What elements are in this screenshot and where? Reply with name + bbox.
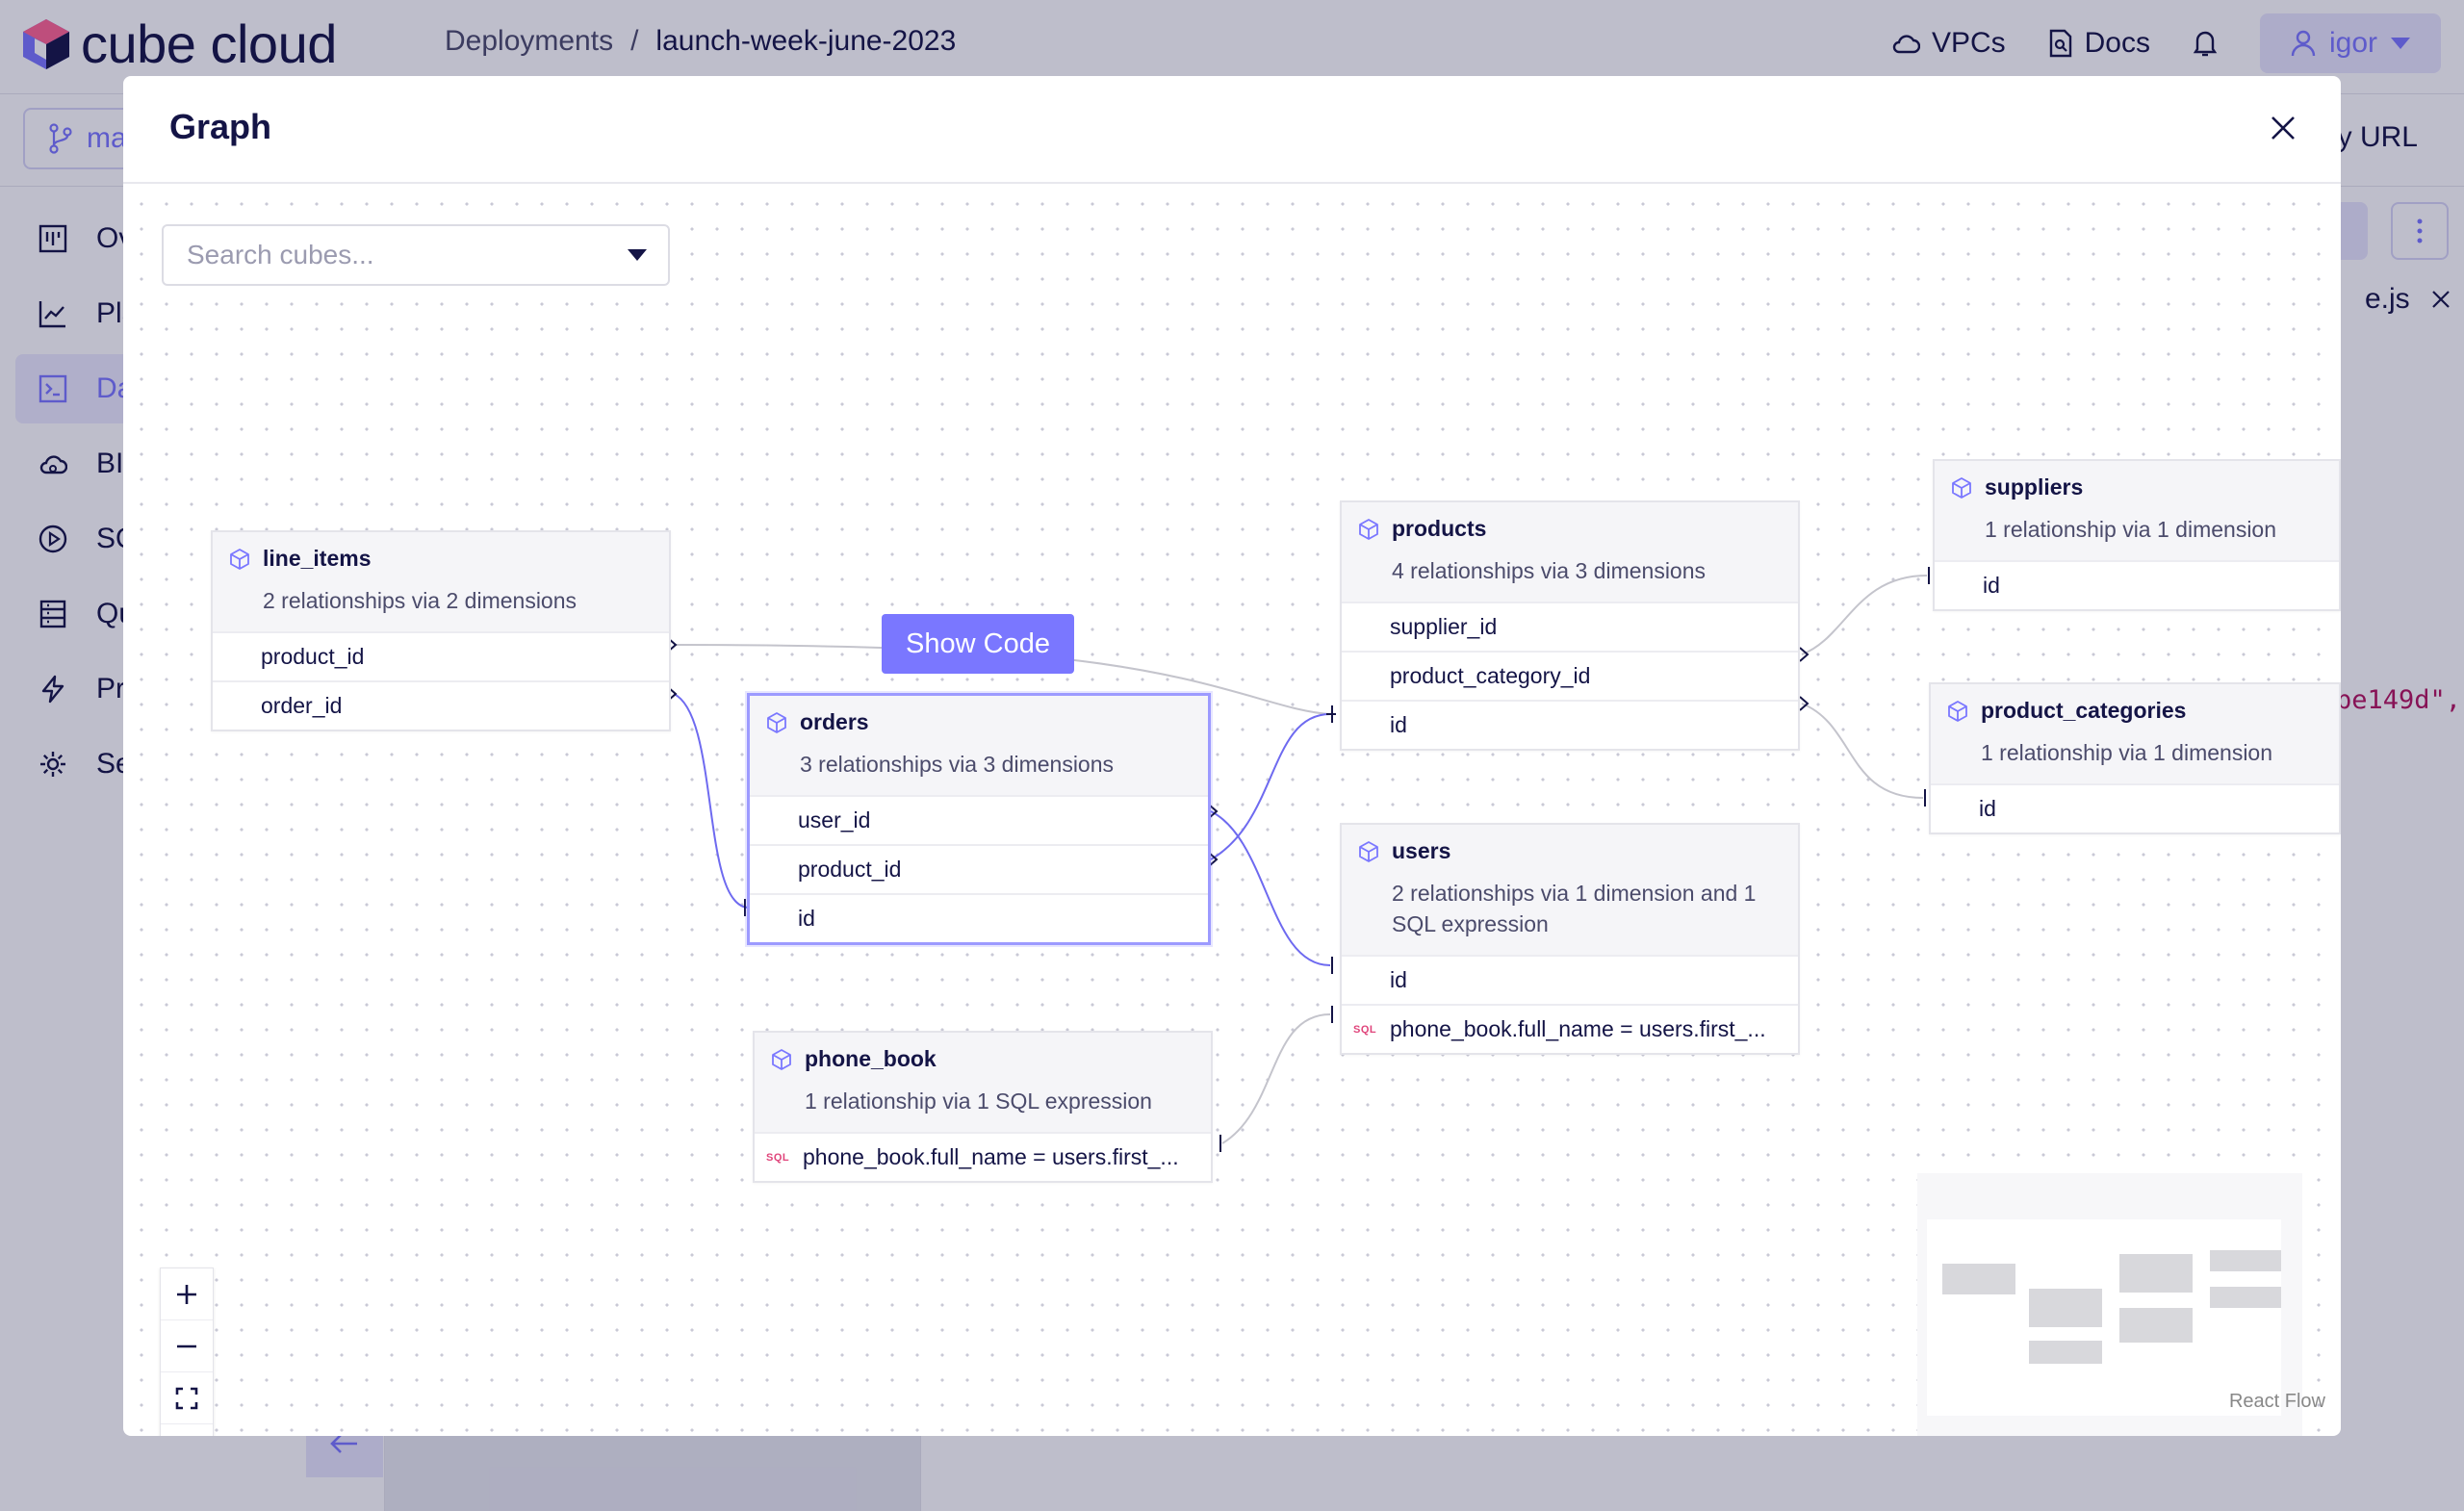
- cube-icon: [1359, 518, 1378, 540]
- minimap-node: [2210, 1287, 2281, 1308]
- node-field-product-category-id[interactable]: product_category_id: [1342, 651, 1798, 700]
- modal-header: Graph: [123, 76, 2341, 184]
- node-subtitle: 1 relationship via 1 dimension: [1981, 740, 2273, 765]
- node-field-order-id[interactable]: order_id: [213, 680, 669, 730]
- cube-icon: [1948, 700, 1967, 722]
- node-field-id[interactable]: id: [1931, 783, 2339, 832]
- modal-title: Graph: [169, 107, 272, 146]
- minimap-node: [2029, 1289, 2102, 1327]
- edge-products-supplier-suppliers: [1801, 575, 1928, 655]
- node-field-id[interactable]: id: [1342, 955, 1798, 1004]
- node-line-items[interactable]: line_items 2 relationships via 2 dimensi…: [211, 530, 671, 731]
- graph-canvas[interactable]: Search cubes... line_items 2 relationshi…: [123, 186, 2341, 1436]
- node-title: phone_book: [805, 1046, 937, 1071]
- node-suppliers[interactable]: suppliers 1 relationship via 1 dimension…: [1933, 459, 2341, 611]
- node-title: suppliers: [1985, 474, 2084, 499]
- edge-line-items-order-orders: [673, 693, 750, 909]
- node-subtitle: 1 relationship via 1 SQL expression: [805, 1088, 1152, 1114]
- cube-icon: [230, 548, 249, 570]
- chevron-down-icon[interactable]: [628, 249, 647, 261]
- cube-icon: [772, 1048, 791, 1070]
- node-products[interactable]: products 4 relationships via 3 dimension…: [1340, 500, 1800, 751]
- graph-modal: Graph Search cubes... line_items 2 relat…: [123, 76, 2341, 1436]
- sql-badge: SQL: [766, 1152, 790, 1164]
- minimap-node: [2119, 1254, 2193, 1293]
- node-product-categories[interactable]: product_categories 1 relationship via 1 …: [1929, 682, 2341, 834]
- edge-phone-book-users-sql: [1221, 1013, 1331, 1144]
- zoom-in-button[interactable]: [161, 1268, 213, 1320]
- node-header: product_categories 1 relationship via 1 …: [1931, 684, 2339, 783]
- node-subtitle: 1 relationship via 1 dimension: [1985, 517, 2277, 542]
- node-field-id[interactable]: id: [750, 893, 1208, 942]
- close-modal-button[interactable]: [2260, 105, 2306, 151]
- zoom-out-button[interactable]: [161, 1320, 213, 1372]
- node-subtitle: 3 relationships via 3 dimensions: [800, 752, 1115, 777]
- cube-icon: [1952, 476, 1971, 499]
- edge-orders-user-users: [1210, 810, 1331, 966]
- node-field-user-id[interactable]: user_id: [750, 795, 1208, 844]
- sql-expression-text: phone_book.full_name = users.first_...: [803, 1144, 1179, 1169]
- node-field-product-id[interactable]: product_id: [750, 844, 1208, 893]
- sql-expression-text: phone_book.full_name = users.first_...: [1390, 1016, 1766, 1041]
- node-title: users: [1392, 838, 1451, 863]
- cube-icon: [1359, 840, 1378, 862]
- edge-products-category-product-categories: [1801, 703, 1924, 799]
- search-cubes-input[interactable]: Search cubes...: [162, 224, 670, 286]
- node-title: products: [1392, 516, 1487, 541]
- node-subtitle: 2 relationships via 2 dimensions: [263, 588, 578, 613]
- reset-layout-button[interactable]: [161, 1424, 213, 1436]
- minimap-node: [2119, 1308, 2193, 1343]
- fit-view-button[interactable]: [161, 1372, 213, 1424]
- minimap-node: [2210, 1250, 2281, 1271]
- node-title: product_categories: [1981, 698, 2187, 723]
- minus-icon: [177, 1345, 196, 1347]
- node-users[interactable]: users 2 relationships via 1 dimension an…: [1340, 823, 1800, 1055]
- minimap-viewport: [1927, 1219, 2281, 1416]
- minimap-node: [2029, 1341, 2102, 1364]
- search-placeholder: Search cubes...: [187, 240, 374, 269]
- node-field-id[interactable]: id: [1935, 560, 2339, 609]
- node-header: orders 3 relationships via 3 dimensions: [750, 696, 1208, 795]
- node-field-id[interactable]: id: [1342, 700, 1798, 749]
- node-subtitle: 4 relationships via 3 dimensions: [1392, 558, 1707, 583]
- minimap-node: [1942, 1264, 2015, 1294]
- fullscreen-icon: [175, 1387, 198, 1409]
- node-phone-book[interactable]: phone_book 1 relationship via 1 SQL expr…: [753, 1031, 1213, 1183]
- node-title: orders: [800, 709, 869, 734]
- react-flow-attribution[interactable]: React Flow: [2229, 1391, 2325, 1413]
- edge-marker-one: [1326, 705, 1336, 723]
- sql-badge: SQL: [1353, 1024, 1377, 1036]
- node-orders[interactable]: orders 3 relationships via 3 dimensions …: [747, 693, 1211, 945]
- cube-icon: [767, 711, 786, 733]
- node-field-supplier-id[interactable]: supplier_id: [1342, 602, 1798, 651]
- node-header: suppliers 1 relationship via 1 dimension: [1935, 461, 2339, 560]
- edge-orders-product-products: [1210, 713, 1331, 860]
- show-code-button[interactable]: Show Code: [882, 614, 1074, 674]
- node-header: users 2 relationships via 1 dimension an…: [1342, 825, 1798, 955]
- node-header: line_items 2 relationships via 2 dimensi…: [213, 532, 669, 631]
- node-field-sql-expression[interactable]: SQL phone_book.full_name = users.first_.…: [755, 1132, 1211, 1181]
- close-icon: [2272, 116, 2295, 140]
- node-title: line_items: [263, 546, 372, 571]
- graph-controls: [160, 1268, 214, 1436]
- node-field-sql-expression[interactable]: SQL phone_book.full_name = users.first_.…: [1342, 1004, 1798, 1053]
- plus-icon: [177, 1284, 196, 1304]
- node-header: phone_book 1 relationship via 1 SQL expr…: [755, 1033, 1211, 1132]
- node-header: products 4 relationships via 3 dimension…: [1342, 502, 1798, 602]
- node-subtitle: 2 relationships via 1 dimension and 1 SQ…: [1392, 881, 1757, 936]
- node-field-product-id[interactable]: product_id: [213, 631, 669, 680]
